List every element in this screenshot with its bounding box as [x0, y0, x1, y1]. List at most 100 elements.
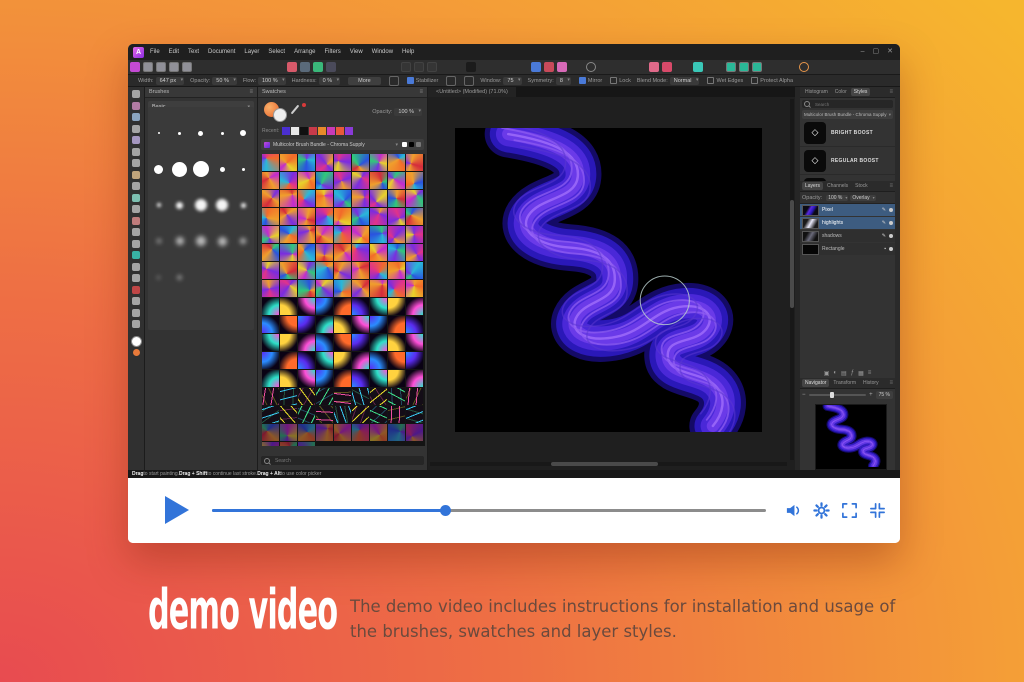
brush-preset[interactable]: [234, 130, 252, 136]
flow-value[interactable]: 100 %: [258, 77, 286, 85]
recent-swatch[interactable]: [345, 127, 353, 135]
swatch-thumbnail[interactable]: [334, 424, 351, 441]
recent-swatch[interactable]: [327, 127, 335, 135]
swatch-thumbnail[interactable]: [388, 406, 405, 423]
swatch-thumbnail[interactable]: [262, 352, 279, 369]
align-icon[interactable]: [693, 62, 703, 72]
background-erase-tool[interactable]: [132, 228, 140, 236]
zoom-in-button[interactable]: +: [869, 392, 873, 398]
panel-menu-icon[interactable]: ≡: [889, 380, 893, 386]
swatch-thumbnail[interactable]: [406, 334, 423, 351]
opacity-value[interactable]: 50 %: [212, 77, 237, 85]
panel-menu-icon[interactable]: ≡: [889, 89, 893, 95]
swatch-thumbnail[interactable]: [370, 406, 387, 423]
swatch-thumbnail[interactable]: [316, 352, 333, 369]
swatch-thumbnail[interactable]: [262, 316, 279, 333]
swatch-thumbnail[interactable]: [352, 370, 369, 387]
swatch-thumbnail[interactable]: [352, 280, 369, 297]
styles-bundle-dropdown[interactable]: Multicolor Brush Bundle - Chroma Supply …: [802, 110, 893, 119]
edit-brush-icon[interactable]: ✎: [882, 233, 886, 239]
swatch-thumbnail[interactable]: [352, 316, 369, 333]
persona-develop-icon[interactable]: [156, 62, 166, 72]
swatch-thumbnail[interactable]: [316, 424, 333, 441]
view-tool[interactable]: [132, 102, 140, 110]
tab-navigator[interactable]: Navigator: [802, 379, 829, 387]
swatch-thumbnail[interactable]: [298, 172, 315, 189]
swatch-thumbnail[interactable]: [334, 172, 351, 189]
swatch-thumbnail[interactable]: [316, 226, 333, 243]
swatch-thumbnail[interactable]: [352, 208, 369, 225]
brush-preset[interactable]: [213, 132, 231, 135]
swatch-thumbnail[interactable]: [316, 370, 333, 387]
swatch-thumbnail[interactable]: [262, 226, 279, 243]
swatch-thumbnail[interactable]: [370, 226, 387, 243]
colour-picker-tool[interactable]: [132, 113, 140, 121]
flood-select-tool[interactable]: [132, 148, 140, 156]
swatch-thumbnail[interactable]: [388, 316, 405, 333]
paint-brush-tool[interactable]: [132, 171, 140, 179]
history-icon[interactable]: [427, 62, 437, 72]
swatch-thumbnail[interactable]: [388, 154, 405, 171]
tab-layers[interactable]: Layers: [802, 182, 823, 190]
menu-filters[interactable]: Filters: [324, 49, 340, 55]
swatch-thumbnail[interactable]: [280, 244, 297, 261]
flood-fill-tool[interactable]: [132, 240, 140, 248]
swatch-thumbnail[interactable]: [370, 172, 387, 189]
layers-opacity-value[interactable]: 100 %: [826, 195, 848, 201]
tab-transform[interactable]: Transform: [830, 379, 859, 387]
menu-document[interactable]: Document: [208, 49, 235, 55]
account-icon[interactable]: [799, 62, 809, 72]
brush-preset[interactable]: [234, 238, 252, 244]
swatch-thumbnail[interactable]: [334, 226, 351, 243]
zoom-out-button[interactable]: −: [802, 392, 806, 398]
swatch-thumbnail[interactable]: [352, 352, 369, 369]
swatch-thumbnail[interactable]: [280, 226, 297, 243]
canvas-horizontal-scrollbar[interactable]: [430, 462, 787, 466]
swatch-thumbnail[interactable]: [280, 388, 297, 405]
swatch-thumbnail[interactable]: [316, 298, 333, 315]
visibility-dot[interactable]: [889, 247, 893, 251]
recent-swatch[interactable]: [309, 127, 317, 135]
menu-arrange[interactable]: Arrange: [294, 49, 315, 55]
edit-brush-icon[interactable]: ✎: [882, 220, 886, 226]
sharpen-tool[interactable]: [132, 286, 140, 294]
swatch-thumbnail[interactable]: [352, 406, 369, 423]
volume-icon[interactable]: [785, 502, 802, 519]
brush-preset[interactable]: [213, 167, 231, 172]
brush-preset[interactable]: [171, 202, 189, 209]
swatch-thumbnail[interactable]: [298, 298, 315, 315]
swatch-thumbnail[interactable]: [370, 244, 387, 261]
swatch-thumbnail[interactable]: [298, 208, 315, 225]
swatch-thumbnail[interactable]: [352, 226, 369, 243]
swatch-thumbnail[interactable]: [280, 298, 297, 315]
swatch-thumbnail[interactable]: [352, 244, 369, 261]
swatch-thumbnail[interactable]: [262, 406, 279, 423]
background-color-swatch[interactable]: [133, 349, 140, 356]
panel-menu-icon[interactable]: ≡: [419, 89, 423, 95]
progress-bar[interactable]: [212, 509, 766, 512]
swatch-thumbnail[interactable]: [334, 154, 351, 171]
smudge-tool[interactable]: [132, 263, 140, 271]
swatch-thumbnail[interactable]: [406, 316, 423, 333]
background-color-well[interactable]: [273, 108, 287, 122]
panel-icon[interactable]: ▤: [841, 370, 847, 377]
swatch-thumbnail[interactable]: [370, 262, 387, 279]
tab-styles[interactable]: Styles: [851, 88, 871, 96]
swatches-search-input[interactable]: [273, 457, 421, 465]
persona-export-icon[interactable]: [182, 62, 192, 72]
swatch-thumbnail[interactable]: [352, 262, 369, 279]
visibility-dot[interactable]: [889, 234, 893, 238]
new-adjustment-icon[interactable]: [287, 62, 297, 72]
swatch-thumbnail[interactable]: [316, 280, 333, 297]
dodge-tool[interactable]: [132, 297, 140, 305]
swatch-thumbnail[interactable]: [388, 424, 405, 441]
brush-preset[interactable]: [234, 168, 252, 171]
swatch-thumbnail[interactable]: [316, 154, 333, 171]
swatch-thumbnail[interactable]: [370, 208, 387, 225]
settings-gear-icon[interactable]: [813, 502, 830, 519]
swatch-thumbnail[interactable]: [316, 244, 333, 261]
maximize-button[interactable]: ▢: [873, 44, 880, 60]
style-item[interactable]: ◇BRIGHT BOOST: [800, 119, 895, 147]
symmetry-value[interactable]: 8: [556, 77, 571, 85]
layer-row[interactable]: shadows✎: [800, 230, 895, 242]
